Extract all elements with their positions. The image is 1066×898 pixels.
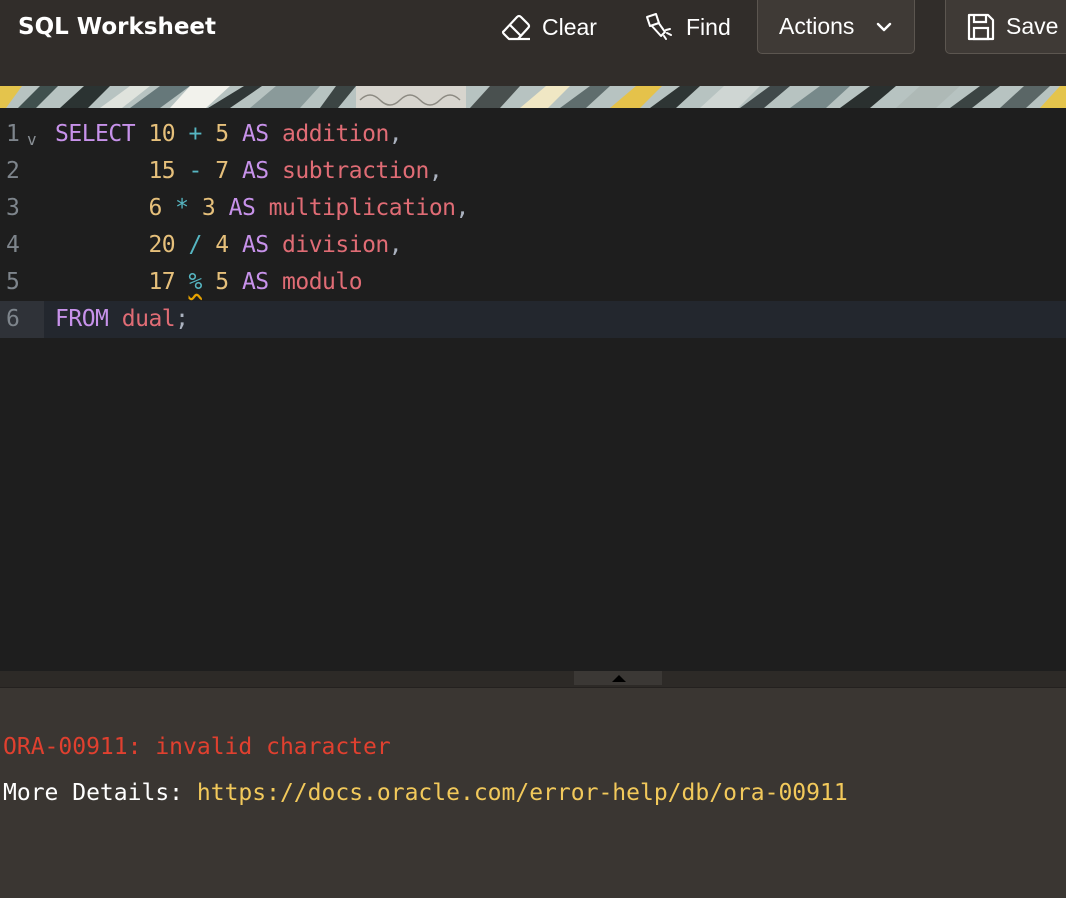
code-line-active[interactable]: 6 FROM dual; xyxy=(0,301,1066,338)
code-line[interactable]: 4 20 / 4 AS division, xyxy=(0,227,1066,264)
page-title: SQL Worksheet xyxy=(18,14,217,40)
line-number: 4 xyxy=(6,232,20,258)
save-label: Save xyxy=(1006,13,1059,39)
line-number: 2 xyxy=(6,158,20,184)
sql-editor[interactable]: 1 v SELECT 10 + 5 AS addition, 2 15 - 7 … xyxy=(0,108,1066,671)
error-message: ORA-00911: invalid character xyxy=(3,734,391,760)
output-panel: ORA-00911: invalid character More Detail… xyxy=(0,688,1066,898)
code-text: 17 % 5 AS modulo xyxy=(148,269,363,295)
decorative-banner xyxy=(0,86,1066,108)
code-text: 15 - 7 AS subtraction, xyxy=(148,158,443,184)
worksheet-header: SQL Worksheet Clear Find Actions Save xyxy=(0,0,1066,86)
actions-menu-button[interactable]: Actions xyxy=(757,0,915,54)
actions-label: Actions xyxy=(779,13,855,39)
line-gutter: 4 xyxy=(0,227,44,264)
code-line[interactable]: 3 6 * 3 AS multiplication, xyxy=(0,190,1066,227)
eraser-icon xyxy=(500,12,532,42)
line-number: 1 xyxy=(6,121,20,147)
code-text: FROM dual; xyxy=(55,306,189,332)
line-gutter: 3 xyxy=(0,190,44,227)
invalid-character-marker: % xyxy=(188,269,203,295)
code-text: 6 * 3 AS multiplication, xyxy=(148,195,469,221)
error-help-link[interactable]: https://docs.oracle.com/error-help/db/or… xyxy=(197,780,848,806)
line-gutter: 6 xyxy=(0,301,44,338)
clear-label: Clear xyxy=(542,13,597,40)
collapse-up-icon xyxy=(612,675,626,682)
line-number: 3 xyxy=(6,195,20,221)
save-button[interactable]: Save xyxy=(945,0,1066,54)
banner-pattern xyxy=(0,86,1066,108)
splitter-handle[interactable] xyxy=(574,671,662,685)
line-gutter: 2 xyxy=(0,153,44,190)
code-text: SELECT 10 + 5 AS addition, xyxy=(55,121,403,147)
code-line[interactable]: 1 v SELECT 10 + 5 AS addition, xyxy=(0,116,1066,153)
flashlight-icon xyxy=(644,12,676,42)
line-gutter: 5 xyxy=(0,264,44,301)
line-number: 6 xyxy=(6,306,20,332)
code-text: 20 / 4 AS division, xyxy=(148,232,403,258)
pane-splitter[interactable] xyxy=(0,671,1066,688)
line-gutter: 1 v xyxy=(0,116,44,153)
floppy-disk-icon xyxy=(966,12,996,42)
code-line[interactable]: 5 17 % 5 AS modulo xyxy=(0,264,1066,301)
error-details: More Details: https://docs.oracle.com/er… xyxy=(3,780,848,806)
details-label: More Details: xyxy=(3,780,197,806)
find-label: Find xyxy=(686,13,731,40)
line-number: 5 xyxy=(6,269,20,295)
chevron-down-icon xyxy=(876,21,892,33)
code-line[interactable]: 2 15 - 7 AS subtraction, xyxy=(0,153,1066,190)
find-button[interactable]: Find xyxy=(644,0,731,54)
clear-button[interactable]: Clear xyxy=(500,0,597,54)
